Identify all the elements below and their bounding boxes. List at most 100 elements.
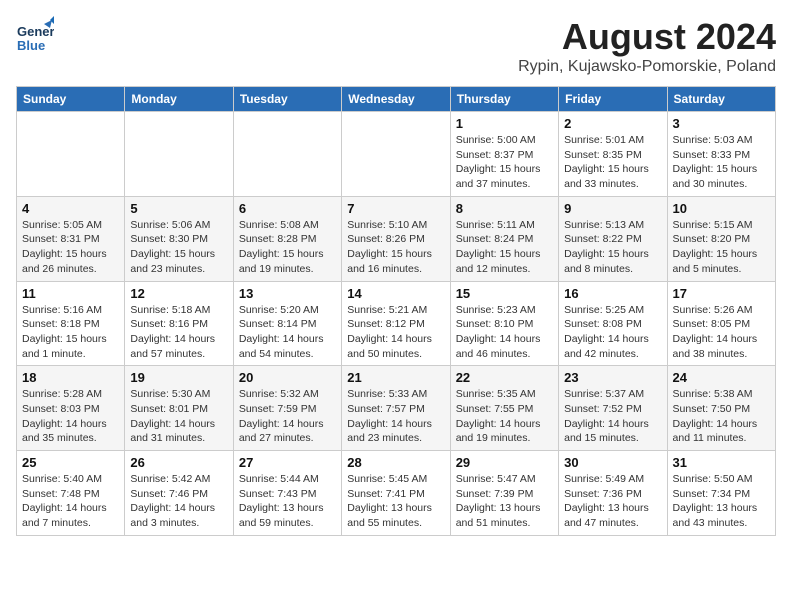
day-info: Sunrise: 5:37 AMSunset: 7:52 PMDaylight:… (564, 387, 661, 446)
day-cell: 6 Sunrise: 5:08 AMSunset: 8:28 PMDaylight… (233, 196, 341, 281)
day-number: 16 (564, 286, 661, 301)
week-row-3: 11 Sunrise: 5:16 AMSunset: 8:18 PMDayligh… (17, 281, 776, 366)
day-info: Sunrise: 5:08 AMSunset: 8:28 PMDaylight:… (239, 218, 336, 277)
day-info: Sunrise: 5:26 AMSunset: 8:05 PMDaylight:… (673, 303, 770, 362)
day-info: Sunrise: 5:03 AMSunset: 8:33 PMDaylight:… (673, 133, 770, 192)
day-number: 11 (22, 286, 119, 301)
day-number: 28 (347, 455, 444, 470)
calendar-table: SundayMondayTuesdayWednesdayThursdayFrid… (16, 86, 776, 536)
day-cell: 25 Sunrise: 5:40 AMSunset: 7:48 PMDayligh… (17, 451, 125, 536)
day-cell: 4 Sunrise: 5:05 AMSunset: 8:31 PMDaylight… (17, 196, 125, 281)
day-cell: 19 Sunrise: 5:30 AMSunset: 8:01 PMDayligh… (125, 366, 233, 451)
day-number: 7 (347, 201, 444, 216)
day-cell: 3 Sunrise: 5:03 AMSunset: 8:33 PMDaylight… (667, 112, 775, 197)
day-cell: 13Sunrise: 5:20 AMSunset: 8:14 PMDayligh… (233, 281, 341, 366)
day-cell: 9Sunrise: 5:13 AMSunset: 8:22 PMDaylight… (559, 196, 667, 281)
day-cell: 24Sunrise: 5:38 AMSunset: 7:50 PMDayligh… (667, 366, 775, 451)
day-cell: 22 Sunrise: 5:35 AMSunset: 7:55 PMDayligh… (450, 366, 558, 451)
title-block: August 2024 Rypin, Kujawsko-Pomorskie, P… (518, 16, 776, 76)
day-number: 20 (239, 370, 336, 385)
day-cell: 29 Sunrise: 5:47 AMSunset: 7:39 PMDayligh… (450, 451, 558, 536)
day-info: Sunrise: 5:23 AMSunset: 8:10 PMDaylight:… (456, 303, 553, 362)
day-info: Sunrise: 5:10 AMSunset: 8:26 PMDaylight:… (347, 218, 444, 277)
week-row-2: 4 Sunrise: 5:05 AMSunset: 8:31 PMDaylight… (17, 196, 776, 281)
svg-text:Blue: Blue (17, 38, 45, 53)
day-info: Sunrise: 5:30 AMSunset: 8:01 PMDaylight:… (130, 387, 227, 446)
day-cell: 18Sunrise: 5:28 AMSunset: 8:03 PMDayligh… (17, 366, 125, 451)
day-cell: 11 Sunrise: 5:16 AMSunset: 8:18 PMDayligh… (17, 281, 125, 366)
day-cell: 28 Sunrise: 5:45 AMSunset: 7:41 PMDayligh… (342, 451, 450, 536)
day-info: Sunrise: 5:33 AMSunset: 7:57 PMDaylight:… (347, 387, 444, 446)
day-info: Sunrise: 5:13 AMSunset: 8:22 PMDaylight:… (564, 218, 661, 277)
day-info: Sunrise: 5:40 AMSunset: 7:48 PMDaylight:… (22, 472, 119, 531)
day-info: Sunrise: 5:35 AMSunset: 7:55 PMDaylight:… (456, 387, 553, 446)
day-cell: 7 Sunrise: 5:10 AMSunset: 8:26 PMDaylight… (342, 196, 450, 281)
day-info: Sunrise: 5:05 AMSunset: 8:31 PMDaylight:… (22, 218, 119, 277)
day-info: Sunrise: 5:15 AMSunset: 8:20 PMDaylight:… (673, 218, 770, 277)
day-number: 19 (130, 370, 227, 385)
day-number: 23 (564, 370, 661, 385)
day-info: Sunrise: 5:01 AMSunset: 8:35 PMDaylight:… (564, 133, 661, 192)
day-number: 25 (22, 455, 119, 470)
day-number: 15 (456, 286, 553, 301)
day-number: 21 (347, 370, 444, 385)
day-number: 8 (456, 201, 553, 216)
day-cell: 16 Sunrise: 5:25 AMSunset: 8:08 PMDayligh… (559, 281, 667, 366)
day-cell: 10 Sunrise: 5:15 AMSunset: 8:20 PMDayligh… (667, 196, 775, 281)
day-cell: 21 Sunrise: 5:33 AMSunset: 7:57 PMDayligh… (342, 366, 450, 451)
day-info: Sunrise: 5:21 AMSunset: 8:12 PMDaylight:… (347, 303, 444, 362)
day-number: 30 (564, 455, 661, 470)
day-cell (233, 112, 341, 197)
day-info: Sunrise: 5:25 AMSunset: 8:08 PMDaylight:… (564, 303, 661, 362)
day-cell: 14 Sunrise: 5:21 AMSunset: 8:12 PMDayligh… (342, 281, 450, 366)
day-number: 14 (347, 286, 444, 301)
day-cell: 26Sunrise: 5:42 AMSunset: 7:46 PMDayligh… (125, 451, 233, 536)
logo: General Blue (16, 16, 54, 54)
day-number: 3 (673, 116, 770, 131)
day-cell: 5 Sunrise: 5:06 AMSunset: 8:30 PMDaylight… (125, 196, 233, 281)
day-info: Sunrise: 5:42 AMSunset: 7:46 PMDaylight:… (130, 472, 227, 531)
day-number: 27 (239, 455, 336, 470)
logo-icon: General Blue (16, 16, 54, 54)
day-number: 17 (673, 286, 770, 301)
day-cell: 20 Sunrise: 5:32 AMSunset: 7:59 PMDayligh… (233, 366, 341, 451)
day-cell: 8Sunrise: 5:11 AMSunset: 8:24 PMDaylight… (450, 196, 558, 281)
day-cell (125, 112, 233, 197)
day-info: Sunrise: 5:16 AMSunset: 8:18 PMDaylight:… (22, 303, 119, 362)
day-info: Sunrise: 5:06 AMSunset: 8:30 PMDaylight:… (130, 218, 227, 277)
location-title: Rypin, Kujawsko-Pomorskie, Poland (518, 58, 776, 76)
day-cell: 30 Sunrise: 5:49 AMSunset: 7:36 PMDayligh… (559, 451, 667, 536)
day-info: Sunrise: 5:47 AMSunset: 7:39 PMDaylight:… (456, 472, 553, 531)
day-number: 12 (130, 286, 227, 301)
day-cell: 17 Sunrise: 5:26 AMSunset: 8:05 PMDayligh… (667, 281, 775, 366)
day-cell: 15 Sunrise: 5:23 AMSunset: 8:10 PMDayligh… (450, 281, 558, 366)
weekday-header-thursday: Thursday (450, 87, 558, 112)
weekday-header-tuesday: Tuesday (233, 87, 341, 112)
day-info: Sunrise: 5:20 AMSunset: 8:14 PMDaylight:… (239, 303, 336, 362)
day-info: Sunrise: 5:18 AMSunset: 8:16 PMDaylight:… (130, 303, 227, 362)
weekday-header-monday: Monday (125, 87, 233, 112)
weekday-header-sunday: Sunday (17, 87, 125, 112)
day-info: Sunrise: 5:28 AMSunset: 8:03 PMDaylight:… (22, 387, 119, 446)
page-header: General Blue August 2024 Rypin, Kujawsko… (16, 16, 776, 76)
day-info: Sunrise: 5:49 AMSunset: 7:36 PMDaylight:… (564, 472, 661, 531)
day-cell: 23 Sunrise: 5:37 AMSunset: 7:52 PMDayligh… (559, 366, 667, 451)
day-number: 1 (456, 116, 553, 131)
day-number: 24 (673, 370, 770, 385)
day-cell (17, 112, 125, 197)
weekday-header-row: SundayMondayTuesdayWednesdayThursdayFrid… (17, 87, 776, 112)
day-number: 22 (456, 370, 553, 385)
day-number: 4 (22, 201, 119, 216)
month-title: August 2024 (518, 16, 776, 58)
day-info: Sunrise: 5:45 AMSunset: 7:41 PMDaylight:… (347, 472, 444, 531)
weekday-header-friday: Friday (559, 87, 667, 112)
day-info: Sunrise: 5:32 AMSunset: 7:59 PMDaylight:… (239, 387, 336, 446)
weekday-header-saturday: Saturday (667, 87, 775, 112)
weekday-header-wednesday: Wednesday (342, 87, 450, 112)
day-cell: 31Sunrise: 5:50 AMSunset: 7:34 PMDayligh… (667, 451, 775, 536)
day-number: 29 (456, 455, 553, 470)
day-number: 5 (130, 201, 227, 216)
day-info: Sunrise: 5:44 AMSunset: 7:43 PMDaylight:… (239, 472, 336, 531)
day-number: 10 (673, 201, 770, 216)
day-number: 6 (239, 201, 336, 216)
